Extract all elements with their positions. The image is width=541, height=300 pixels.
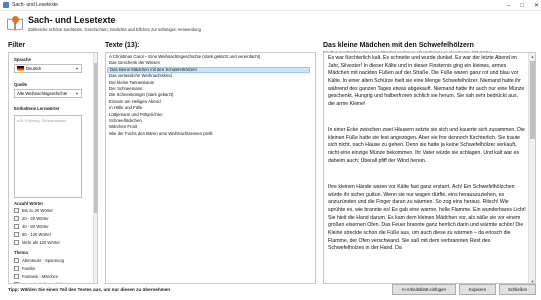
quelle-value: Alte Weihnachtsgeschichte xyxy=(17,91,68,96)
text-list-item[interactable]: Wie der Fuchs den Bären ums Weihnachtses… xyxy=(107,131,310,137)
maximize-icon[interactable]: □ xyxy=(520,3,524,9)
checkbox-icon[interactable] xyxy=(14,274,19,279)
anzahl-label: Anzahl Wörter xyxy=(14,201,44,206)
thema-option-label: Fantasie - Märchen xyxy=(22,274,59,279)
anzahl-option[interactable]: Mehr als 120 Wörter xyxy=(14,240,60,245)
thema-option[interactable]: Fantasie - Märchen xyxy=(14,274,58,279)
thema-option-label: Abenteuer - Spannung xyxy=(22,258,65,263)
anzahl-option-label: 80 - 120 Wörter xyxy=(22,232,52,237)
anzahl-option[interactable]: 40 - 80 Wörter xyxy=(14,224,49,229)
close-button[interactable]: Schließen xyxy=(499,284,536,295)
anzahl-option-label: Mehr als 120 Wörter xyxy=(22,240,60,245)
filter-title: Filter xyxy=(8,42,26,49)
app-subtitle: Zahlreiche schöne Sachtexte, Geschichten… xyxy=(28,27,201,32)
story-paragraph: In einer Ecke zwischen zwei Häusern setz… xyxy=(328,127,525,164)
story-paragraph: Ihre kleinen Hände waren vor Kälte fast … xyxy=(328,184,526,252)
thema-option[interactable]: Familie xyxy=(14,266,36,271)
woerter-label: Enthaltene Lernwörter xyxy=(14,106,60,111)
insert-worksheet-button[interactable]: In Arbeitsblatt einfügen xyxy=(392,284,456,295)
anzahl-option-label: 40 - 80 Wörter xyxy=(22,224,49,229)
copy-button[interactable]: Kopieren xyxy=(459,284,496,295)
story-paragraph: Es war fürchterlich kalt. Es schneite un… xyxy=(328,55,525,107)
chevron-down-icon: ▼ xyxy=(75,66,79,71)
thema-option[interactable]: Abenteuer - Spannung xyxy=(14,258,64,263)
story-title: Das kleine Mädchen mit den Schwefelhölze… xyxy=(323,42,474,49)
checkbox-icon[interactable] xyxy=(14,258,19,263)
anzahl-option[interactable]: 20 - 40 Wörter xyxy=(14,216,49,221)
checkbox-icon[interactable] xyxy=(14,224,19,229)
anzahl-option[interactable]: Bis zu 20 Wörter xyxy=(14,208,53,213)
window-title: Sach- und Lesetexte xyxy=(12,2,58,8)
checkbox-icon[interactable] xyxy=(14,240,19,245)
thema-label: Thema xyxy=(14,250,28,255)
minimize-icon[interactable]: – xyxy=(507,3,510,9)
app-header: Sach- und Lesetexte Zahlreiche schöne Sa… xyxy=(0,11,541,37)
app-name: Sach- und Lesetexte xyxy=(28,15,116,25)
scroll-thumb[interactable] xyxy=(530,61,535,139)
app-icon xyxy=(3,2,9,8)
germany-flag-icon xyxy=(17,66,24,71)
texts-title: Texte (13): xyxy=(105,42,140,49)
thema-option[interactable]: Freundschaft - Gefühle xyxy=(14,282,65,283)
chevron-down-icon: ▼ xyxy=(75,91,79,96)
sprache-label: Sprache xyxy=(14,57,31,62)
anzahl-option-label: 20 - 40 Wörter xyxy=(22,216,49,221)
window-controls: – □ ✕ xyxy=(507,0,539,11)
anzahl-option[interactable]: 80 - 120 Wörter xyxy=(14,232,51,237)
checkbox-icon[interactable] xyxy=(14,232,19,237)
lernwoerter-input[interactable]: z.B. Frühling, Schwimmbad xyxy=(14,115,82,198)
title-bar: Sach- und Lesetexte – □ ✕ xyxy=(0,0,541,11)
scroll-up-icon[interactable]: ▲ xyxy=(530,54,535,59)
thema-option-label: Freundschaft - Gefühle xyxy=(22,282,65,283)
quelle-label: Quelle xyxy=(14,82,28,87)
sprache-select[interactable]: Deutsch ▼ xyxy=(14,64,82,73)
sprache-value: Deutsch xyxy=(26,66,42,71)
book-flame-logo xyxy=(7,14,24,32)
filter-scrollbar[interactable] xyxy=(93,53,97,283)
checkbox-icon[interactable] xyxy=(14,266,19,271)
lernwoerter-placeholder: z.B. Frühling, Schwimmbad xyxy=(17,118,66,123)
anzahl-option-label: Bis zu 20 Wörter xyxy=(22,208,53,213)
filter-panel: Sprache Deutsch ▼ Quelle Alte Weihnachts… xyxy=(8,52,98,284)
texts-list: A Christmas Carol – Eine Weihnachtsgesch… xyxy=(105,52,316,284)
thema-option-label: Familie xyxy=(22,266,36,271)
checkbox-icon[interactable] xyxy=(14,216,19,221)
checkbox-icon[interactable] xyxy=(14,208,19,213)
story-scrollbar[interactable]: ▲ ▼ xyxy=(528,53,535,283)
close-icon[interactable]: ✕ xyxy=(534,2,539,9)
story-panel[interactable]: Es war fürchterlich kalt. Es schneite un… xyxy=(323,52,536,284)
quelle-select[interactable]: Alte Weihnachtsgeschichte ▼ xyxy=(14,89,82,98)
checkbox-icon[interactable] xyxy=(14,282,19,283)
footer-tip: Tipp: Wählen Sie einen Teil des Textes a… xyxy=(8,287,171,292)
